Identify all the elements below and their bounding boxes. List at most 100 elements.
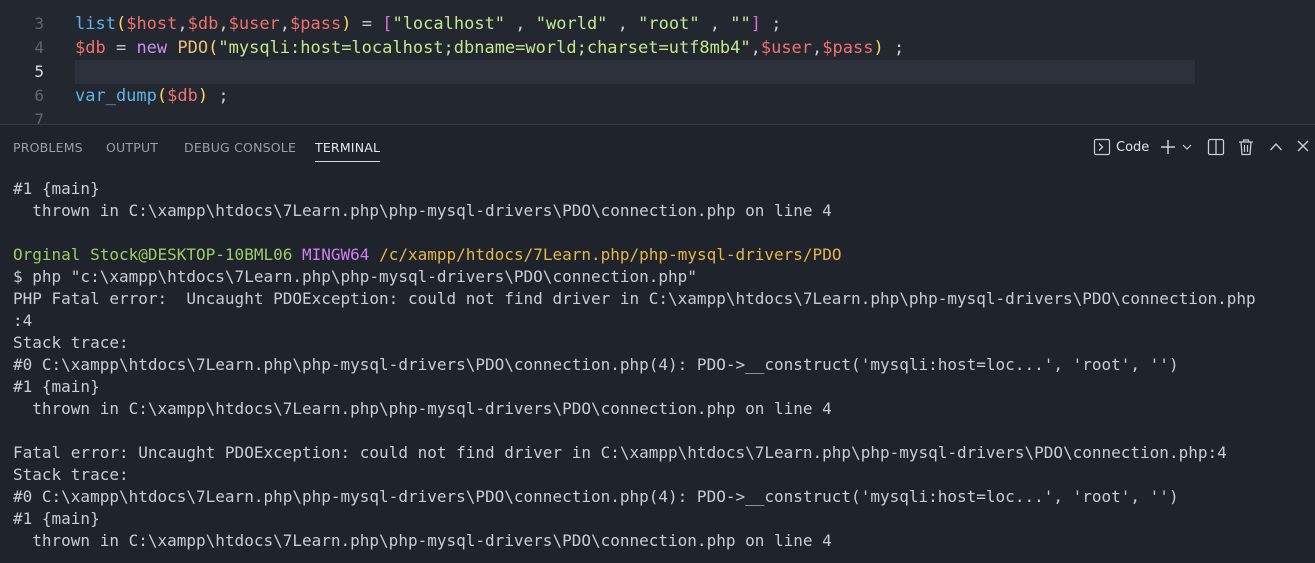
code-text: var_dump($db) ; [75,84,229,108]
terminal-text: PHP Fatal error: Uncaught PDOException: … [13,289,1256,308]
code-token: "" [730,14,751,34]
code-token: , [218,14,229,34]
terminal-text: #0 C:\xampp\htdocs\7Learn.php\php-mysql-… [13,355,1179,374]
tab-debug-console[interactable]: DEBUG CONSOLE [184,140,296,155]
terminal-text: Fatal error: Uncaught PDOException: coul… [13,443,1227,462]
chevron-up-icon[interactable] [1269,140,1283,154]
code-token: ) [341,14,352,34]
code-token: , [812,38,823,58]
terminal-line: Orginal Stock@DESKTOP-10BML06 MINGW64 /c… [13,244,841,266]
terminal-text: thrown in C:\xampp\htdocs\7Learn.php\php… [13,531,832,550]
terminal-line: PHP Fatal error: Uncaught PDOException: … [13,288,1256,310]
code-token: , [505,14,536,34]
terminal-text: thrown in C:\xampp\htdocs\7Learn.php\php… [13,201,832,220]
code-token: , [607,14,639,34]
panel-header: PROBLEMS OUTPUT DEBUG CONSOLE TERMINAL C… [0,124,1315,169]
terminal-output[interactable]: #1 {main} thrown in C:\xampp\htdocs\7Lea… [0,168,1315,563]
code-token: $host [126,14,178,34]
tab-output[interactable]: OUTPUT [106,140,158,155]
terminal-line: thrown in C:\xampp\htdocs\7Learn.php\php… [13,398,832,420]
terminal-line: #1 {main} [13,178,100,200]
line-number: 4 [34,38,44,57]
code-token: "world" [535,14,608,34]
code-token: = [105,38,137,58]
terminal-text: #1 {main} [13,509,100,528]
code-token: ) [873,38,884,58]
terminal-text: #1 {main} [13,179,100,198]
code-line[interactable]: 6 var_dump($db) ; [0,84,1315,108]
code-token: "mysqli:host=localhost;dbname=world;char… [218,38,751,58]
code-token: new [136,38,168,58]
code-token: "localhost" [392,14,506,34]
code-line[interactable]: 7 [0,108,1315,124]
terminal-line: #0 C:\xampp\htdocs\7Learn.php\php-mysql-… [13,486,1179,508]
code-token: ; [883,38,905,58]
code-token: "root" [638,14,700,34]
terminal-line: $ php "c:\xampp\htdocs\7Learn.php\php-my… [13,266,697,288]
code-token: $user [228,14,280,34]
line-number: 5 [34,62,44,81]
code-token: $db [187,14,219,34]
terminal-text: :4 [13,311,33,330]
plus-icon[interactable] [1159,138,1177,156]
terminal-line: Stack trace: [13,332,129,354]
code-token: , [750,38,761,58]
code-token: [ [382,14,393,34]
code-token: PDO [177,38,209,58]
terminal-profile-label[interactable]: Code [1116,140,1149,155]
code-token: , [177,14,188,34]
code-token: , [699,14,731,34]
terminal-text: $ php "c:\xampp\htdocs\7Learn.php\php-my… [13,267,697,286]
terminal-icon[interactable] [1093,138,1111,156]
code-token: ; [208,86,229,106]
terminal-text: Orginal Stock@DESKTOP-10BML06 [13,245,293,264]
terminal-text: #0 C:\xampp\htdocs\7Learn.php\php-mysql-… [13,487,1179,506]
tab-problems[interactable]: PROBLEMS [13,140,83,155]
terminal-line: #1 {main} [13,508,100,530]
code-token: var_dump [75,86,157,106]
code-token: ( [156,86,168,106]
code-token: , [279,14,291,34]
code-token: $user [760,38,813,58]
terminal-text: #1 {main} [13,377,100,396]
code-token: $db [167,86,198,106]
line-number: 7 [34,110,44,124]
code-editor[interactable]: 3 list($host,$db,$user,$pass) = ["localho… [0,0,1315,124]
code-token: ( [115,14,127,34]
terminal-text: MINGW64 [302,245,370,264]
terminal-line: thrown in C:\xampp\htdocs\7Learn.php\php… [13,200,832,222]
line-number: 6 [34,86,44,105]
code-token: $db [75,38,106,58]
code-line[interactable]: 4 $db = new PDO("mysqli:host=localhost;db… [0,36,1315,60]
code-token: ] [750,14,762,34]
trash-icon[interactable] [1237,138,1255,156]
code-line[interactable]: 5 [0,60,1315,84]
terminal-line: thrown in C:\xampp\htdocs\7Learn.php\php… [13,530,832,552]
terminal-line: Fatal error: Uncaught PDOException: coul… [13,442,1227,464]
tab-terminal[interactable]: TERMINAL [315,140,381,162]
code-token: ( [208,38,219,58]
terminal-text: /c/xampp/htdocs/7Learn.php/php-mysql-dri… [379,245,842,264]
code-token: list [75,14,116,34]
code-token: ) [197,86,209,106]
code-token: $pass [290,14,342,34]
terminal-line: #0 C:\xampp\htdocs\7Learn.php\php-mysql-… [13,354,1179,376]
code-line[interactable]: 3 list($host,$db,$user,$pass) = ["localho… [0,12,1315,36]
line-number: 3 [34,14,44,33]
split-icon[interactable] [1207,138,1225,156]
code-token: = [351,14,383,34]
terminal-text: Stack trace: [13,333,129,352]
terminal-line: :4 [13,310,32,332]
terminal-text: Stack trace: [13,465,129,484]
terminal-line: #1 {main} [13,376,100,398]
code-text: list($host,$db,$user,$pass) = ["localhos… [75,12,782,36]
code-text: $db = new PDO("mysqli:host=localhost;dbn… [75,36,904,60]
terminal-text: thrown in C:\xampp\htdocs\7Learn.php\php… [13,399,832,418]
close-icon[interactable] [1296,139,1310,153]
terminal-line: Stack trace: [13,464,129,486]
code-token: $pass [822,38,874,58]
chevron-down-icon[interactable] [1182,142,1192,152]
